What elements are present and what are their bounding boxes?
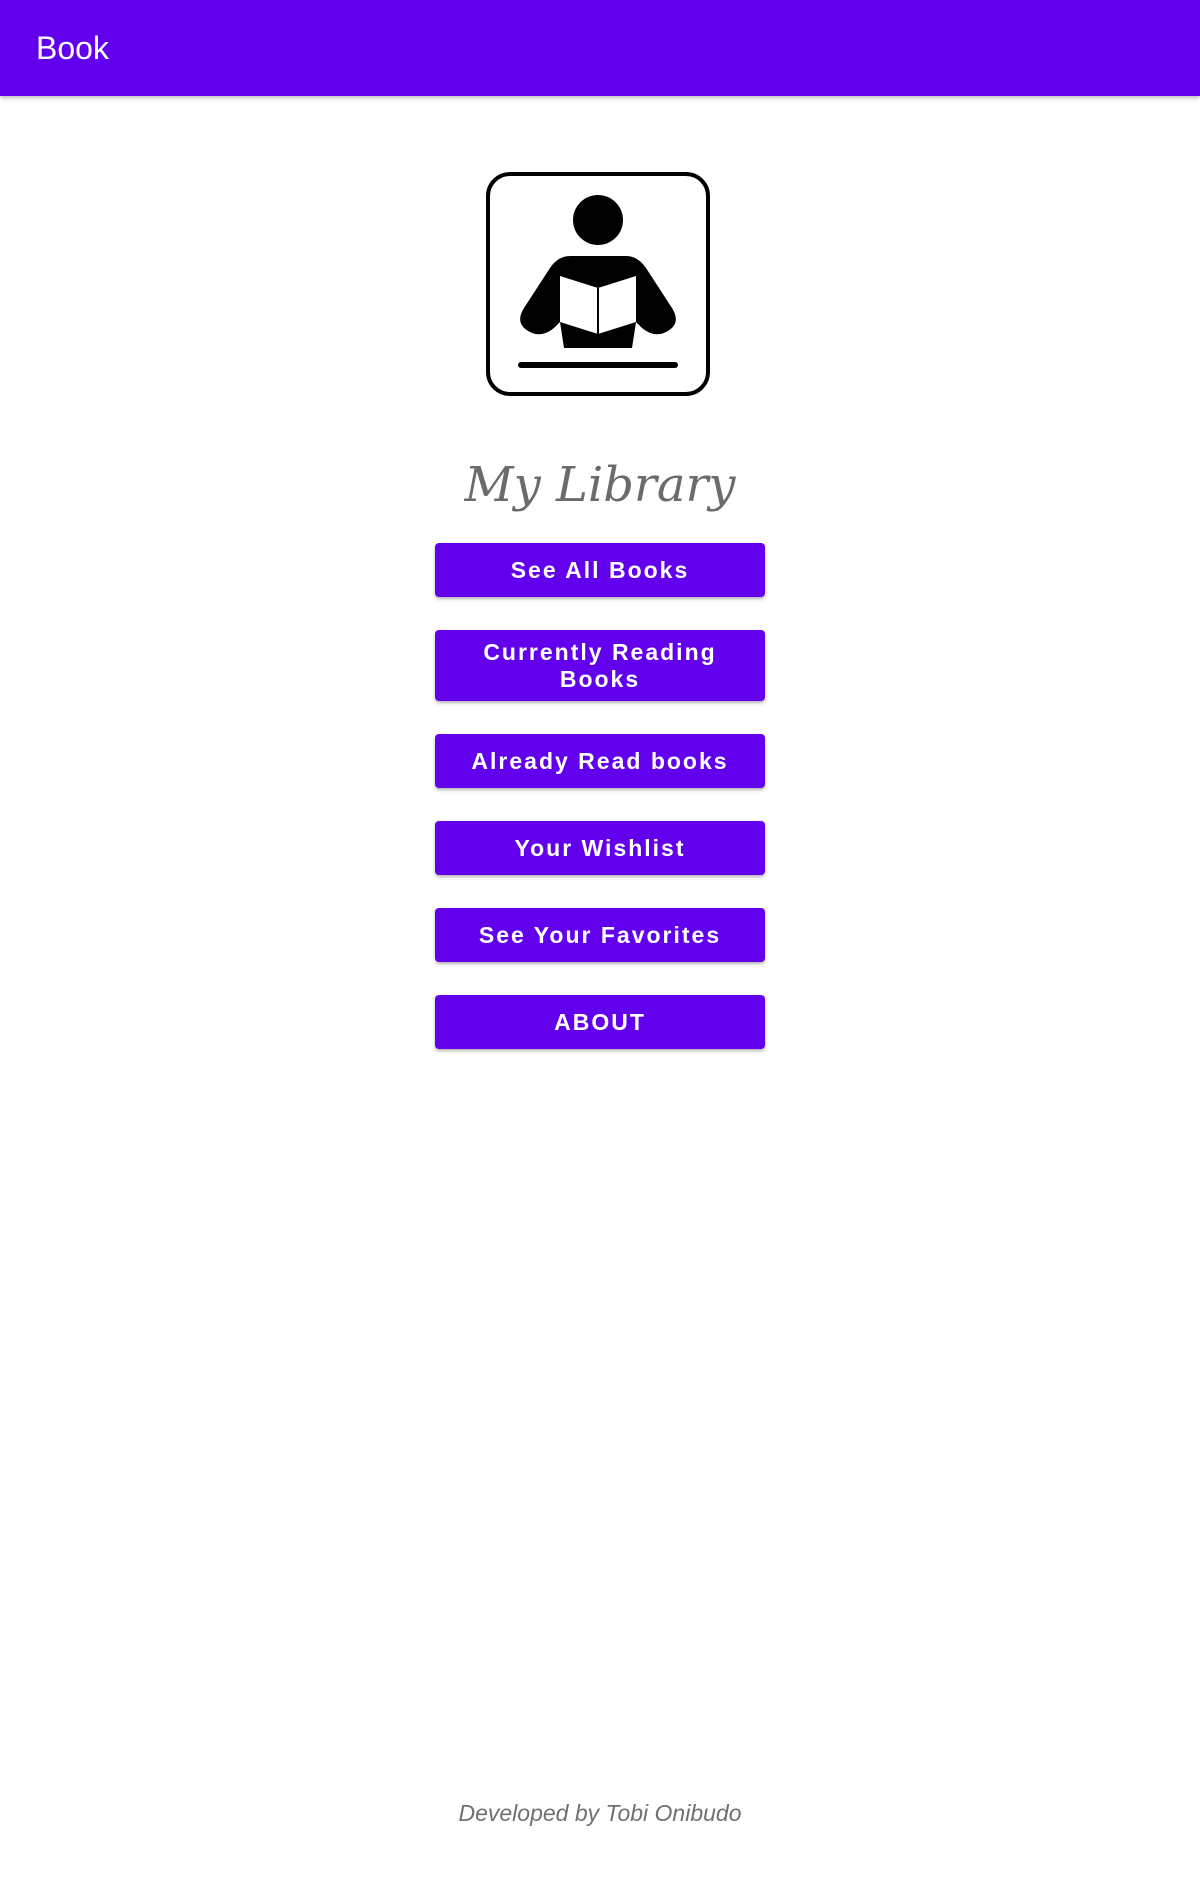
currently-reading-books-button[interactable]: Currently Reading Books	[435, 630, 765, 701]
already-read-books-button[interactable]: Already Read books	[435, 734, 765, 788]
see-your-favorites-button[interactable]: See Your Favorites	[435, 908, 765, 962]
library-title: My Library	[464, 457, 736, 513]
app-title: Book	[36, 30, 109, 66]
see-all-books-button[interactable]: See All Books	[435, 543, 765, 597]
your-wishlist-button[interactable]: Your Wishlist	[435, 821, 765, 875]
developer-credit: Developed by Tobi Onibudo	[458, 1800, 742, 1826]
reading-person-icon	[486, 172, 710, 396]
about-button[interactable]: ABOUT	[435, 995, 765, 1049]
app-bar: Book	[0, 0, 1200, 96]
